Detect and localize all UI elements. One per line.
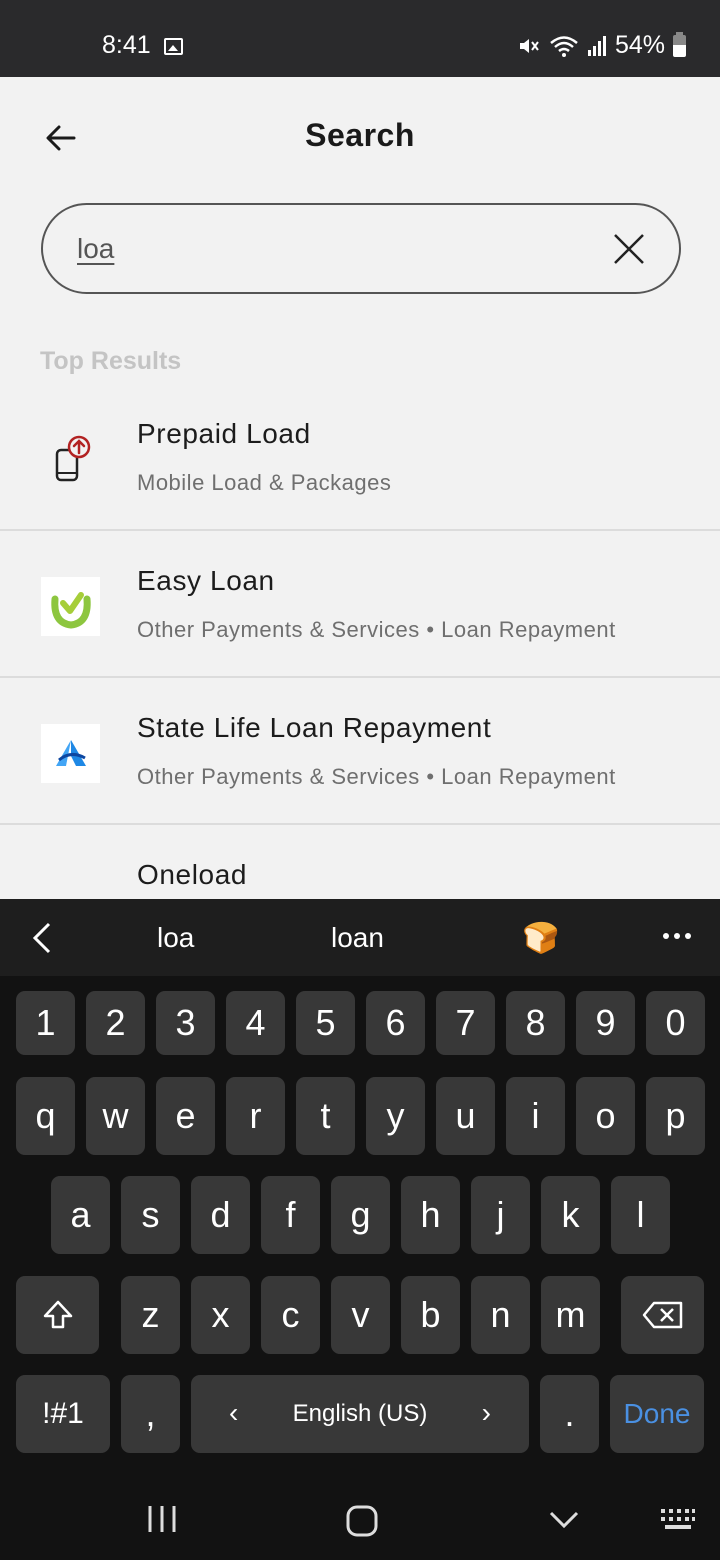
- number-key[interactable]: 8: [506, 991, 565, 1055]
- search-bar[interactable]: [41, 203, 681, 294]
- status-indicators: 54%: [517, 31, 686, 60]
- easy-loan-logo: [41, 577, 100, 636]
- done-key[interactable]: Done: [610, 1375, 704, 1453]
- result-title: Prepaid Load: [137, 418, 311, 449]
- result-title: State Life Loan Repayment: [137, 712, 492, 743]
- letter-key[interactable]: c: [261, 1276, 320, 1354]
- wifi-icon: [550, 35, 578, 57]
- recent-apps-icon[interactable]: [147, 1504, 177, 1534]
- letter-key[interactable]: u: [436, 1077, 495, 1155]
- section-title: Top Results: [40, 347, 182, 375]
- home-icon[interactable]: [345, 1504, 379, 1538]
- letter-key[interactable]: b: [401, 1276, 460, 1354]
- letter-key[interactable]: n: [471, 1276, 530, 1354]
- chevron-down-icon[interactable]: [549, 1510, 579, 1530]
- letter-key[interactable]: h: [401, 1176, 460, 1254]
- letter-key[interactable]: j: [471, 1176, 530, 1254]
- letter-key[interactable]: r: [226, 1077, 285, 1155]
- letter-key[interactable]: i: [506, 1077, 565, 1155]
- period-key[interactable]: .: [540, 1375, 599, 1453]
- space-key[interactable]: ‹ English (US) ›: [191, 1375, 529, 1453]
- letter-key[interactable]: f: [261, 1176, 320, 1254]
- search-input[interactable]: [77, 229, 577, 269]
- search-screen: Search Top Results Prepaid Load Mobile L…: [0, 77, 720, 899]
- letter-key[interactable]: a: [51, 1176, 110, 1254]
- number-key[interactable]: 4: [226, 991, 285, 1055]
- status-bar: 8:41 54%: [0, 0, 720, 77]
- number-key[interactable]: 7: [436, 991, 495, 1055]
- result-subtitle: Other Payments & Services • Loan Repayme…: [137, 764, 616, 789]
- letter-key[interactable]: g: [331, 1176, 390, 1254]
- letter-key[interactable]: l: [611, 1176, 670, 1254]
- letter-key[interactable]: e: [156, 1077, 215, 1155]
- results-list: Prepaid Load Mobile Load & Packages Easy…: [0, 384, 720, 899]
- result-subtitle: Other Payments & Services • Loan Repayme…: [137, 617, 616, 642]
- more-options-icon[interactable]: [663, 933, 691, 941]
- comma-key[interactable]: ,: [121, 1375, 180, 1453]
- space-key-label: English (US): [292, 1400, 428, 1427]
- shift-key[interactable]: [16, 1276, 99, 1354]
- image-notification-icon: [164, 38, 183, 55]
- number-key[interactable]: 9: [576, 991, 635, 1055]
- backspace-icon: [642, 1301, 682, 1329]
- letter-key[interactable]: y: [366, 1077, 425, 1155]
- result-item[interactable]: Easy Loan Other Payments & Services • Lo…: [0, 531, 720, 678]
- mobile-upload-icon: [41, 430, 100, 489]
- letter-key[interactable]: m: [541, 1276, 600, 1354]
- chevron-left-icon[interactable]: [30, 921, 54, 955]
- letter-key[interactable]: d: [191, 1176, 250, 1254]
- chevron-left-icon: ‹: [229, 1397, 239, 1428]
- number-key[interactable]: 1: [16, 991, 75, 1055]
- symbols-key[interactable]: !#1: [16, 1375, 110, 1453]
- number-key[interactable]: 6: [366, 991, 425, 1055]
- result-item[interactable]: Prepaid Load Mobile Load & Packages: [0, 384, 720, 531]
- letter-key[interactable]: s: [121, 1176, 180, 1254]
- mute-icon: [519, 38, 539, 53]
- letter-key[interactable]: o: [576, 1077, 635, 1155]
- result-title: Easy Loan: [137, 565, 275, 596]
- navigation-bar: [0, 1466, 720, 1560]
- shift-icon: [43, 1300, 72, 1329]
- number-key[interactable]: 5: [296, 991, 355, 1055]
- suggestion-emoji[interactable]: 🍞: [522, 921, 559, 956]
- chevron-right-icon: ›: [481, 1397, 491, 1428]
- suggestion-word[interactable]: loa: [157, 922, 194, 954]
- letter-key[interactable]: k: [541, 1176, 600, 1254]
- letter-key[interactable]: p: [646, 1077, 705, 1155]
- result-item[interactable]: Oneload: [0, 825, 720, 899]
- result-subtitle: Mobile Load & Packages: [137, 470, 392, 495]
- letter-key[interactable]: z: [121, 1276, 180, 1354]
- battery-percent: 54%: [614, 31, 665, 59]
- number-key[interactable]: 2: [86, 991, 145, 1055]
- signal-icon: [587, 35, 606, 56]
- number-key[interactable]: 0: [646, 991, 705, 1055]
- suggestion-bar: loa loan 🍞: [0, 899, 720, 976]
- number-key[interactable]: 3: [156, 991, 215, 1055]
- letter-key[interactable]: w: [86, 1077, 145, 1155]
- state-life-logo: [41, 724, 100, 783]
- keyboard: loa loan 🍞 !#1 , ‹ English (US) › . Done…: [0, 899, 720, 1466]
- result-item[interactable]: State Life Loan Repayment Other Payments…: [0, 678, 720, 825]
- letter-key[interactable]: t: [296, 1077, 355, 1155]
- letter-key[interactable]: q: [16, 1077, 75, 1155]
- result-title: Oneload: [137, 859, 248, 890]
- backspace-key[interactable]: [621, 1276, 704, 1354]
- oneload-logo: [41, 865, 100, 899]
- suggestion-word[interactable]: loan: [331, 922, 384, 954]
- battery-icon: [673, 31, 686, 57]
- clear-search-icon[interactable]: [611, 231, 647, 267]
- letter-key[interactable]: x: [191, 1276, 250, 1354]
- page-title: Search: [305, 117, 415, 153]
- letter-key[interactable]: v: [331, 1276, 390, 1354]
- keyboard-icon[interactable]: [660, 1508, 696, 1532]
- status-time: 8:41: [102, 31, 151, 59]
